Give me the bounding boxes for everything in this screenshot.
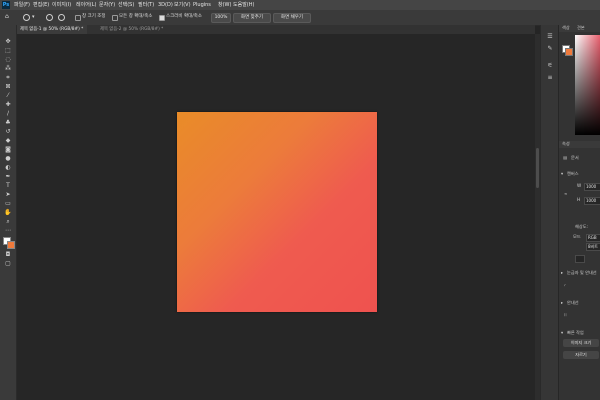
- menu-type[interactable]: 문자(Y): [99, 1, 115, 9]
- menu-layer[interactable]: 레이어(L): [76, 1, 97, 9]
- document-tab-bar: 제목 없음-1 @ 50% (RGB/8#) * 제목 없음-2 @ 50% (…: [16, 25, 535, 34]
- brush-panel-icon[interactable]: ✎: [546, 45, 554, 53]
- tab-document-1[interactable]: 제목 없음-1 @ 50% (RGB/8#) *: [16, 25, 88, 34]
- menu-file[interactable]: 파일(F): [14, 1, 30, 9]
- guides-section-title: 안내선: [567, 300, 579, 305]
- height-input[interactable]: 1000: [584, 197, 600, 205]
- quick-actions-chevron-icon[interactable]: ▾: [561, 330, 563, 336]
- home-icon[interactable]: ⌂: [5, 13, 9, 21]
- scrubby-zoom-checkbox[interactable]: [159, 15, 165, 21]
- background-color-swatch[interactable]: [7, 241, 15, 249]
- resize-windows-checkbox[interactable]: [75, 15, 81, 21]
- crop-button[interactable]: 자르기: [563, 351, 599, 359]
- guides-chevron-icon[interactable]: ▸: [561, 300, 563, 306]
- menu-select[interactable]: 선택(S): [118, 1, 134, 9]
- zoom-tool-icon[interactable]: [23, 14, 30, 21]
- gradient-artwork[interactable]: [177, 112, 377, 312]
- mode-select[interactable]: RGB: [586, 234, 600, 242]
- tab-properties[interactable]: 속성: [562, 141, 570, 147]
- history-brush-icon[interactable]: ↺: [4, 128, 12, 135]
- healing-brush-icon[interactable]: ✚: [4, 101, 12, 108]
- ruler-corner-icon[interactable]: ⌜: [564, 284, 566, 290]
- menu-edit[interactable]: 편집(E): [33, 1, 49, 9]
- resize-windows-label: 창 크기 조정: [82, 14, 106, 19]
- zoom-out-icon[interactable]: [58, 14, 65, 21]
- panel-background-swatch[interactable]: [565, 48, 573, 56]
- scrollbar-thumb[interactable]: [536, 148, 539, 188]
- color-picker-field[interactable]: [575, 35, 600, 135]
- width-input[interactable]: 1000: [584, 183, 600, 191]
- bit-depth-select[interactable]: 8비트: [586, 243, 600, 251]
- right-panel: 색상 견본 속성 ▤ 문서 ▾ 캔버스 W 1000 ∞ H 1000 해상도:…: [558, 25, 600, 400]
- magic-wand-icon[interactable]: ⁂: [4, 65, 12, 72]
- quick-mask-icon[interactable]: ◘: [4, 251, 12, 258]
- crop-tool-icon[interactable]: ⌗: [4, 74, 12, 81]
- color-panel-header: 색상 견본: [559, 25, 600, 32]
- mode-label: 모드: [573, 234, 581, 239]
- canvas-color-swatch[interactable]: [575, 255, 585, 263]
- dodge-tool-icon[interactable]: ◐: [4, 164, 12, 171]
- chevron-down-icon[interactable]: ▾: [32, 13, 35, 21]
- resolution-label: 해상도:: [575, 224, 588, 229]
- lasso-tool-icon[interactable]: ◌: [4, 56, 12, 63]
- zoom-tool-side-icon[interactable]: ⌕: [4, 218, 12, 225]
- stamp-tool-icon[interactable]: ♣: [4, 119, 12, 126]
- eyedropper-icon[interactable]: ⁄: [4, 92, 12, 99]
- path-selection-icon[interactable]: ➤: [4, 191, 12, 198]
- marquee-tool-icon[interactable]: ⬚: [4, 47, 12, 54]
- type-tool-icon[interactable]: T: [4, 182, 12, 189]
- doc-label: 문서: [571, 155, 579, 160]
- menu-3d[interactable]: 3D(D): [158, 1, 173, 9]
- zoom-all-windows-label: 모든 창 확대/축소: [119, 14, 153, 19]
- scrubby-zoom-label: 스크러비 확대/축소: [166, 14, 203, 19]
- rectangle-tool-icon[interactable]: ▭: [4, 200, 12, 207]
- tab-color[interactable]: 색상: [562, 25, 570, 31]
- options-bar: ⌂ ▾ 창 크기 조정 모든 창 확대/축소 스크러비 확대/축소 100% 화…: [0, 10, 600, 26]
- move-tool-icon[interactable]: ✥: [4, 38, 12, 45]
- tools-panel: ✥ ⬚ ◌ ⁂ ⌗ ⊠ ⁄ ✚ ∕ ♣ ↺ ◆ ◙ ● ◐ ✒ T ➤ ▭ ✋ …: [0, 25, 17, 400]
- tab-document-2-label: 제목 없음-2 @ 50% (RGB/8#) *: [100, 27, 164, 32]
- eraser-tool-icon[interactable]: ◆: [4, 137, 12, 144]
- rulers-section-title: 눈금자 및 안내선: [567, 270, 597, 275]
- fit-screen-button[interactable]: 화면 맞추기: [233, 13, 271, 23]
- width-label: W: [577, 183, 582, 188]
- pen-tool-icon[interactable]: ✒: [4, 173, 12, 180]
- hand-tool-icon[interactable]: ✋: [4, 209, 12, 216]
- rulers-chevron-icon[interactable]: ▸: [561, 270, 563, 276]
- canvas-section-title: 캔버스: [567, 171, 579, 176]
- menu-bar: Ps 파일(F) 편집(E) 이미지(I) 레이어(L) 문자(Y) 선택(S)…: [0, 0, 600, 10]
- tab-document-2[interactable]: 제목 없음-2 @ 50% (RGB/8#) *: [96, 25, 167, 34]
- paint-bucket-icon[interactable]: ◙: [4, 146, 12, 153]
- photoshop-logo-icon: Ps: [2, 1, 10, 9]
- doc-icon: ▤: [563, 155, 567, 160]
- guides-options-icon[interactable]: ⁝⁝: [564, 312, 567, 318]
- adjustments-icon[interactable]: ⚟: [546, 62, 554, 70]
- menu-window[interactable]: 창(W): [218, 1, 231, 9]
- menu-help[interactable]: 도움말(H): [233, 1, 254, 9]
- fill-screen-button[interactable]: 화면 채우기: [273, 13, 311, 23]
- menu-plugins[interactable]: Plugins: [193, 1, 211, 9]
- properties-panel-header: 속성: [559, 141, 600, 148]
- tab-document-1-label: 제목 없음-1 @ 50% (RGB/8#) *: [20, 27, 84, 32]
- zoom-all-windows-checkbox[interactable]: [112, 15, 118, 21]
- quick-actions-title: 빠른 작업: [567, 330, 584, 335]
- brush-tool-icon[interactable]: ∕: [4, 110, 12, 117]
- sliders-icon[interactable]: ≡: [546, 74, 554, 82]
- menu-filter[interactable]: 필터(T): [138, 1, 154, 9]
- frame-tool-icon[interactable]: ⊠: [4, 83, 12, 90]
- screen-mode-icon[interactable]: ▢: [4, 260, 12, 267]
- zoom-in-icon[interactable]: [46, 14, 53, 21]
- menu-view[interactable]: 보기(V): [174, 1, 191, 9]
- zoom-value-button[interactable]: 100%: [211, 13, 231, 23]
- more-tools-icon[interactable]: ⋯: [4, 227, 12, 234]
- menu-image[interactable]: 이미지(I): [52, 1, 71, 9]
- collapsed-panels-strip: ☰ ✎ ⚟ ≡: [540, 25, 559, 400]
- height-label: H: [577, 197, 581, 202]
- blur-tool-icon[interactable]: ●: [4, 155, 12, 162]
- tab-swatches[interactable]: 견본: [577, 25, 585, 31]
- canvas-section-chevron-icon[interactable]: ▾: [561, 171, 563, 177]
- history-panel-icon[interactable]: ☰: [546, 33, 554, 41]
- image-size-button[interactable]: 이미지 크기: [563, 339, 599, 347]
- link-icon[interactable]: ∞: [564, 191, 568, 197]
